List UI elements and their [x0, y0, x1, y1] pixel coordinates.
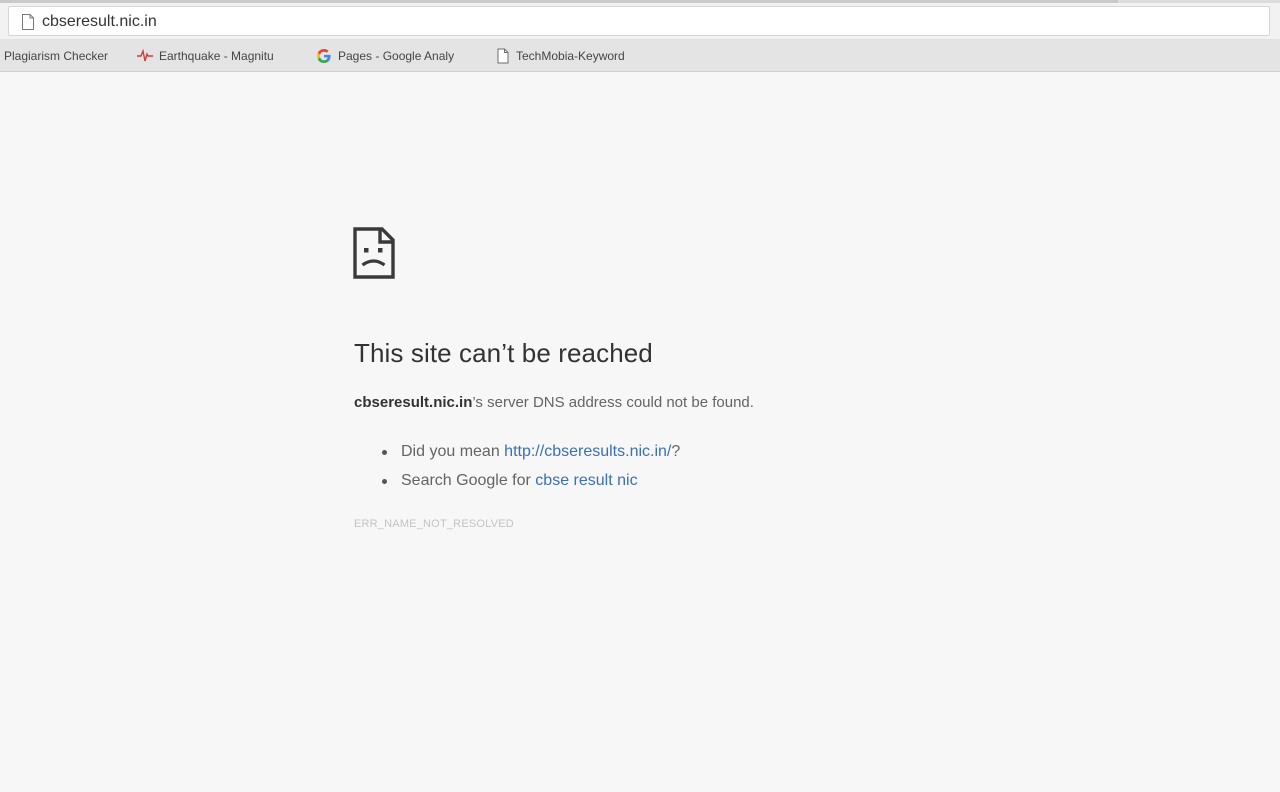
suggestions-list: Did you mean http://cbseresults.nic.in/?… — [354, 437, 680, 495]
bookmark-plagiarism-checker[interactable]: Plagiarism Checker — [4, 47, 126, 65]
error-description: cbseresult.nic.in’s server DNS address c… — [354, 392, 754, 414]
error-page — [0, 72, 1280, 792]
suggestion-prefix: Search Google for — [401, 472, 536, 489]
bookmark-fade — [285, 47, 299, 65]
browser-toolbar: cbseresult.nic.in — [0, 0, 1280, 40]
google-icon — [317, 49, 331, 63]
error-code: ERR_NAME_NOT_RESOLVED — [354, 518, 514, 530]
bookmark-fade — [642, 47, 656, 65]
error-title: This site can’t be reached — [354, 338, 653, 368]
bookmark-fade — [466, 47, 480, 65]
page-icon — [22, 14, 34, 30]
tab-strip-edge — [0, 0, 1118, 3]
address-bar[interactable]: cbseresult.nic.in — [8, 6, 1270, 36]
bookmark-google-analytics[interactable]: Pages - Google Analy — [316, 47, 480, 65]
error-host: cbseresult.nic.in — [354, 394, 473, 411]
suggested-url-link[interactable]: http://cbseresults.nic.in/ — [504, 443, 671, 460]
bookmark-label: Pages - Google Analy — [338, 49, 455, 63]
bookmark-earthquake[interactable]: Earthquake - Magnitu — [137, 47, 299, 65]
suggestion-suffix: ? — [671, 443, 681, 460]
suggestion-search-google: Search Google for cbse result nic — [354, 466, 680, 495]
bookmark-label: Plagiarism Checker — [4, 49, 109, 63]
page-icon — [497, 48, 509, 64]
bookmark-label: Earthquake - Magnitu — [159, 49, 274, 63]
suggestion-did-you-mean: Did you mean http://cbseresults.nic.in/? — [354, 437, 680, 466]
seismograph-icon — [137, 49, 153, 62]
error-message: ’s server DNS address could not be found… — [472, 394, 754, 411]
sad-page-icon — [353, 227, 395, 279]
suggestion-prefix: Did you mean — [401, 443, 505, 460]
bookmark-techmobia-keyword[interactable]: TechMobia-Keyword — [496, 47, 656, 65]
address-bar-url[interactable]: cbseresult.nic.in — [42, 12, 157, 32]
bookmarks-bar: Plagiarism Checker Earthquake - Magnitu … — [0, 40, 1280, 72]
search-google-link[interactable]: cbse result nic — [535, 472, 637, 489]
bookmark-label: TechMobia-Keyword — [516, 49, 625, 63]
tab-strip-edge-right — [1118, 0, 1280, 3]
